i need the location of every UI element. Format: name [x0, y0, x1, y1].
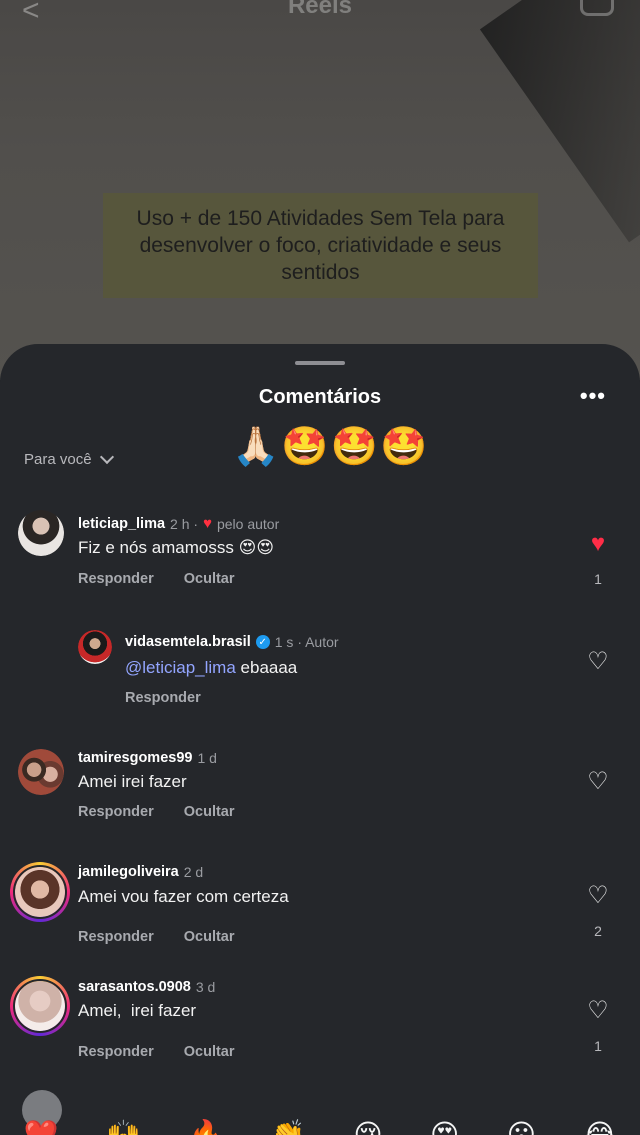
comment-text: @leticiap_lima ebaaaa: [125, 658, 297, 678]
comment-time: 1 s · Autor: [274, 634, 339, 650]
camera-icon[interactable]: [580, 0, 614, 16]
avatar[interactable]: [18, 749, 64, 795]
quick-emoji-reactions[interactable]: 🙏🏻🤩🤩🤩: [232, 424, 429, 469]
emoji-heart-eyes[interactable]: 😍: [430, 1118, 459, 1135]
reply-button[interactable]: Responder: [78, 571, 154, 587]
heart-outline-icon[interactable]: ♡: [584, 770, 612, 794]
comment-time: 3 d: [195, 979, 216, 995]
avatar[interactable]: [78, 630, 112, 664]
video-caption-text: Uso + de 150 Atividades Sem Tela para de…: [136, 207, 505, 284]
comment-actions: Responder Ocultar: [78, 929, 235, 945]
hide-button[interactable]: Ocultar: [184, 804, 235, 820]
comment-meta: leticiap_lima 2 h · ♥ pelo autor: [78, 515, 279, 532]
comment-time: 2 d: [183, 864, 204, 880]
like-count: 2: [594, 923, 602, 939]
comment-time: 1 d: [197, 750, 217, 766]
avatar-with-story-ring[interactable]: [10, 862, 70, 922]
chevron-down-icon: [99, 449, 114, 465]
comment-actions: Responder: [125, 690, 201, 706]
emoji-cry[interactable]: 😢: [353, 1118, 382, 1135]
emoji-fire[interactable]: 🔥: [189, 1118, 224, 1135]
comment-username[interactable]: jamilegoliveira: [78, 864, 179, 880]
heart-outline-icon[interactable]: ♡: [584, 999, 612, 1023]
author-liked-heart-icon: ♥: [203, 515, 212, 532]
emoji-clap[interactable]: 👏: [271, 1118, 306, 1135]
sheet-title: Comentários: [258, 386, 382, 408]
mention-link[interactable]: @leticiap_lima: [125, 658, 236, 677]
reel-video[interactable]: < Reels Uso + de 150 Atividades Sem Tela…: [0, 0, 640, 380]
comment-meta: vidasemtela.brasil ✓ 1 s · Autor: [125, 634, 339, 650]
reply-button[interactable]: Responder: [78, 804, 154, 820]
comment-meta: jamilegoliveira 2 d: [78, 864, 203, 880]
reply-button[interactable]: Responder: [78, 1044, 154, 1060]
hide-button[interactable]: Ocultar: [184, 571, 235, 587]
avatar-with-story-ring[interactable]: [10, 976, 70, 1036]
comment-actions: Responder Ocultar: [78, 571, 235, 587]
comment-meta: sarasantos.0908 3 d: [78, 979, 215, 995]
comment-actions: Responder Ocultar: [78, 1044, 235, 1060]
heart-outline-icon[interactable]: ♡: [584, 650, 612, 674]
comment-filter-dropdown[interactable]: Para você: [24, 449, 114, 468]
comment-text-body: ebaaaa: [235, 658, 298, 677]
heart-filled-icon[interactable]: ♥: [584, 532, 612, 556]
reply-button[interactable]: Responder: [78, 929, 154, 945]
emoji-laugh[interactable]: 😂: [583, 1118, 616, 1135]
hide-button[interactable]: Ocultar: [184, 1044, 235, 1060]
comment-username[interactable]: tamiresgomes99: [78, 750, 192, 766]
verified-badge-icon: ✓: [255, 635, 270, 649]
comment-filter-label: Para você: [24, 451, 92, 468]
like-count: 1: [594, 571, 602, 587]
comment-time: 2 h ·: [170, 515, 199, 532]
video-caption: Uso + de 150 Atividades Sem Tela para de…: [103, 193, 538, 298]
reply-button[interactable]: Responder: [125, 690, 201, 706]
comment-username[interactable]: leticiap_lima: [78, 516, 165, 532]
author-liked-label: pelo autor: [216, 515, 280, 532]
comment-meta: tamiresgomes99 1 d: [78, 750, 217, 766]
comment-text: Amei, irei fazer: [78, 1001, 197, 1020]
emoji-raised-hands[interactable]: 🙌: [106, 1118, 141, 1135]
emoji-wow[interactable]: 😮: [507, 1118, 536, 1135]
hide-button[interactable]: Ocultar: [184, 929, 235, 945]
comment-text: Fiz e nós amamosss 😍😍: [78, 538, 275, 557]
emoji-heart[interactable]: ❤️: [24, 1118, 59, 1135]
avatar[interactable]: [18, 510, 64, 556]
emoji-reaction-bar: ❤️ 🙌 🔥 👏 😢 😍 😮 😂: [0, 1118, 640, 1135]
comment-username[interactable]: sarasantos.0908: [78, 979, 191, 995]
more-options-icon[interactable]: •••: [580, 385, 606, 407]
sheet-grabber[interactable]: [295, 361, 345, 365]
comment-username[interactable]: vidasemtela.brasil: [125, 634, 251, 650]
page-title: Reels: [287, 0, 353, 19]
heart-outline-icon[interactable]: ♡: [584, 884, 612, 908]
like-count: 1: [594, 1038, 602, 1054]
comment-text: Amei vou fazer com certeza: [78, 887, 289, 906]
comment-actions: Responder Ocultar: [78, 804, 235, 820]
comment-text: Amei irei fazer: [78, 772, 187, 791]
